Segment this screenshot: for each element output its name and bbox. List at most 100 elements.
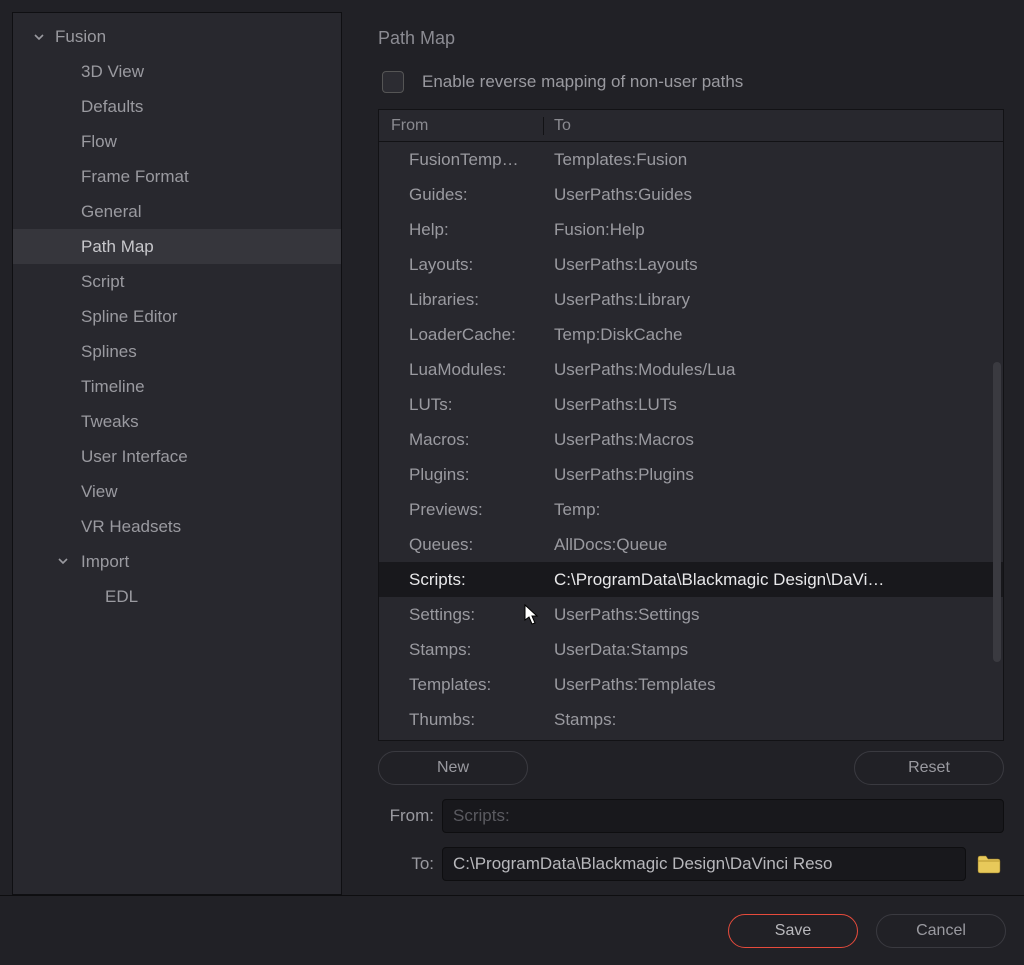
page-title: Path Map xyxy=(378,28,1004,49)
tree-label: 3D View xyxy=(81,62,144,82)
cell-from: LuaModules: xyxy=(379,360,544,380)
new-button[interactable]: New xyxy=(378,751,528,785)
tree-item-vr-headsets[interactable]: VR Headsets xyxy=(13,509,341,544)
scrollbar-thumb[interactable] xyxy=(993,362,1001,662)
tree-item-timeline[interactable]: Timeline xyxy=(13,369,341,404)
table-row[interactable]: Guides:UserPaths:Guides xyxy=(379,177,1003,212)
main-panel: Path Map Enable reverse mapping of non-u… xyxy=(342,12,1012,895)
tree-label: Timeline xyxy=(81,377,145,397)
tree-item-import[interactable]: Import xyxy=(13,544,341,579)
table-row[interactable]: FusionTemp…Templates:Fusion xyxy=(379,142,1003,177)
cell-from: Templates: xyxy=(379,675,544,695)
tree-label: Tweaks xyxy=(81,412,139,432)
cell-from: Previews: xyxy=(379,500,544,520)
cell-to: UserPaths:Library xyxy=(544,290,1003,310)
cell-from: Macros: xyxy=(379,430,544,450)
tree-label: Fusion xyxy=(55,27,106,47)
table-row[interactable]: Settings:UserPaths:Settings xyxy=(379,597,1003,632)
reverse-mapping-label: Enable reverse mapping of non-user paths xyxy=(422,72,743,92)
grid-button-row: New Reset xyxy=(378,751,1004,785)
tree-item-fusion[interactable]: Fusion xyxy=(13,19,341,54)
cell-to: UserPaths:LUTs xyxy=(544,395,1003,415)
cell-from: Queues: xyxy=(379,535,544,555)
cell-to: UserPaths:Modules/Lua xyxy=(544,360,1003,380)
pathmap-grid: From To FusionTemp…Templates:FusionGuide… xyxy=(378,109,1004,741)
tree-item-tweaks[interactable]: Tweaks xyxy=(13,404,341,439)
tree-label: View xyxy=(81,482,118,502)
cell-from: Stamps: xyxy=(379,640,544,660)
cell-from: Plugins: xyxy=(379,465,544,485)
cell-to: UserPaths:Settings xyxy=(544,605,1003,625)
cell-to: Fusion:Help xyxy=(544,220,1003,240)
cell-from: Libraries: xyxy=(379,290,544,310)
tree-label: Script xyxy=(81,272,124,292)
cell-from: Guides: xyxy=(379,185,544,205)
table-row[interactable]: Queues:AllDocs:Queue xyxy=(379,527,1003,562)
tree-item-flow[interactable]: Flow xyxy=(13,124,341,159)
cell-from: Scripts: xyxy=(379,570,544,590)
table-row[interactable]: Previews:Temp: xyxy=(379,492,1003,527)
cell-from: Settings: xyxy=(379,605,544,625)
cell-to: Stamps: xyxy=(544,710,1003,730)
tree-item-splines[interactable]: Splines xyxy=(13,334,341,369)
column-divider[interactable] xyxy=(543,117,544,135)
tree-label: EDL xyxy=(105,587,138,607)
cell-from: Help: xyxy=(379,220,544,240)
cell-from: LoaderCache: xyxy=(379,325,544,345)
reset-button[interactable]: Reset xyxy=(854,751,1004,785)
folder-icon xyxy=(977,854,1001,874)
cell-to: Temp: xyxy=(544,500,1003,520)
cell-to: UserPaths:Macros xyxy=(544,430,1003,450)
from-label: From: xyxy=(378,806,434,826)
tree-item-3d-view[interactable]: 3D View xyxy=(13,54,341,89)
table-row[interactable]: Thumbs:Stamps: xyxy=(379,702,1003,737)
cell-to: UserPaths:Guides xyxy=(544,185,1003,205)
cell-to: UserPaths:Layouts xyxy=(544,255,1003,275)
tree-item-user-interface[interactable]: User Interface xyxy=(13,439,341,474)
tree-label: Spline Editor xyxy=(81,307,177,327)
reverse-mapping-row: Enable reverse mapping of non-user paths xyxy=(378,71,1004,93)
table-row[interactable]: Layouts:UserPaths:Layouts xyxy=(379,247,1003,282)
from-input[interactable] xyxy=(442,799,1004,833)
to-input[interactable] xyxy=(442,847,966,881)
chevron-down-icon xyxy=(57,552,69,572)
table-row[interactable]: Scripts:C:\ProgramData\Blackmagic Design… xyxy=(379,562,1003,597)
cancel-button[interactable]: Cancel xyxy=(876,914,1006,948)
table-row[interactable]: LUTs:UserPaths:LUTs xyxy=(379,387,1003,422)
table-row[interactable]: Macros:UserPaths:Macros xyxy=(379,422,1003,457)
cell-to: UserPaths:Plugins xyxy=(544,465,1003,485)
tree-item-spline-editor[interactable]: Spline Editor xyxy=(13,299,341,334)
tree-item-path-map[interactable]: Path Map xyxy=(13,229,341,264)
grid-body: FusionTemp…Templates:FusionGuides:UserPa… xyxy=(379,142,1003,740)
table-row[interactable]: Libraries:UserPaths:Library xyxy=(379,282,1003,317)
browse-folder-button[interactable] xyxy=(974,851,1004,877)
sidebar: Fusion 3D View Defaults Flow Frame Forma… xyxy=(12,12,342,895)
tree-item-defaults[interactable]: Defaults xyxy=(13,89,341,124)
tree-item-frame-format[interactable]: Frame Format xyxy=(13,159,341,194)
table-row[interactable]: LoaderCache:Temp:DiskCache xyxy=(379,317,1003,352)
tree-item-edl[interactable]: EDL xyxy=(13,579,341,614)
to-field-row: To: xyxy=(378,847,1004,881)
table-row[interactable]: Templates:UserPaths:Templates xyxy=(379,667,1003,702)
tree-label: Import xyxy=(81,552,129,572)
cell-to: C:\ProgramData\Blackmagic Design\DaVi… xyxy=(544,570,1003,590)
tree-item-view[interactable]: View xyxy=(13,474,341,509)
column-header-from[interactable]: From xyxy=(379,117,544,135)
grid-header: From To xyxy=(379,110,1003,142)
cell-from: LUTs: xyxy=(379,395,544,415)
table-row[interactable]: Help:Fusion:Help xyxy=(379,212,1003,247)
column-header-from-label: From xyxy=(391,117,428,134)
table-row[interactable]: Stamps:UserData:Stamps xyxy=(379,632,1003,667)
to-label: To: xyxy=(378,854,434,874)
save-button[interactable]: Save xyxy=(728,914,858,948)
tree-label: VR Headsets xyxy=(81,517,181,537)
table-row[interactable]: LuaModules:UserPaths:Modules/Lua xyxy=(379,352,1003,387)
reverse-mapping-checkbox[interactable] xyxy=(382,71,404,93)
column-header-to[interactable]: To xyxy=(544,117,1003,135)
table-row[interactable]: Plugins:UserPaths:Plugins xyxy=(379,457,1003,492)
tree-item-script[interactable]: Script xyxy=(13,264,341,299)
cell-to: UserData:Stamps xyxy=(544,640,1003,660)
tree-label: Frame Format xyxy=(81,167,189,187)
from-field-row: From: xyxy=(378,799,1004,833)
tree-item-general[interactable]: General xyxy=(13,194,341,229)
